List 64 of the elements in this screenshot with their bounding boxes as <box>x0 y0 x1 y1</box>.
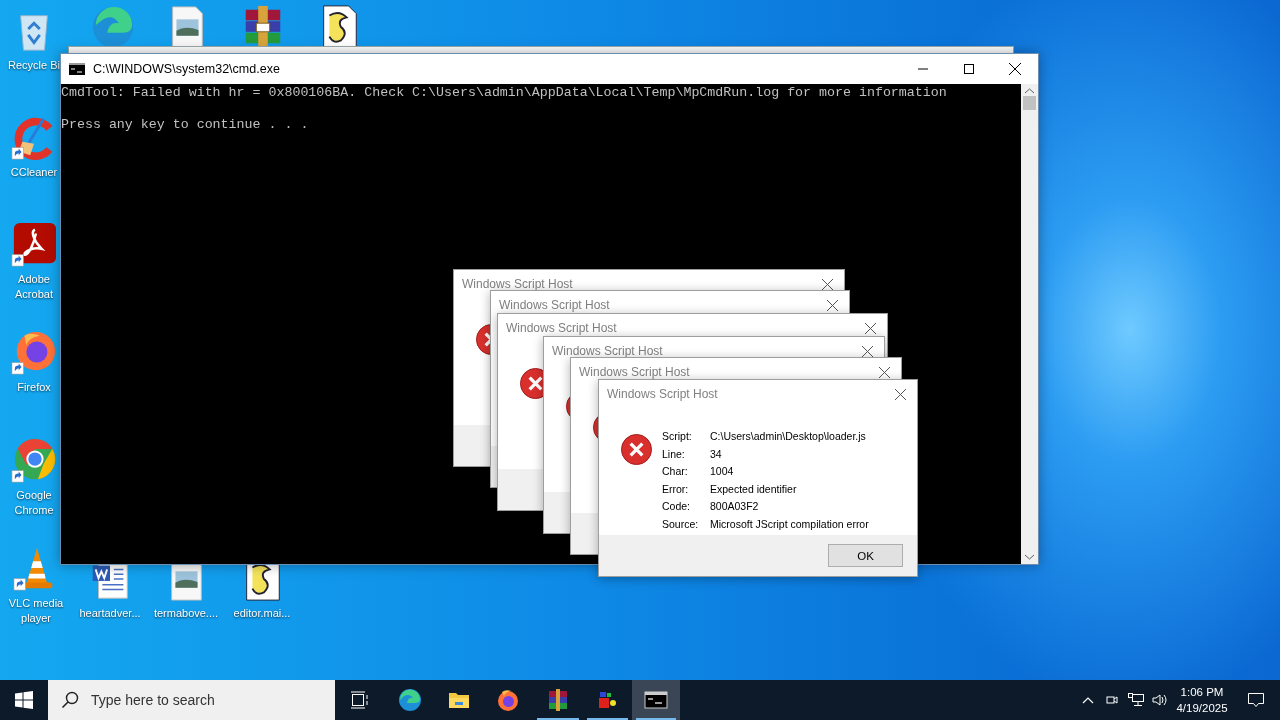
field-label: Char: <box>662 465 689 479</box>
volume-icon <box>1152 693 1168 707</box>
close-icon <box>864 322 876 334</box>
camera-icon <box>1105 693 1119 707</box>
console-line: Press any key to continue . . . <box>61 117 310 133</box>
windows-logo-icon <box>15 691 33 709</box>
browser-icon <box>397 688 422 712</box>
field-label: Code: <box>662 500 692 514</box>
terminal-icon <box>69 63 85 75</box>
dialog-title: Windows Script Host <box>552 344 664 358</box>
window-title: C:\WINDOWS\system32\cmd.exe <box>93 62 281 76</box>
field-value: C:\Users\admin\Desktop\loader.js <box>710 430 867 444</box>
scrollbar[interactable] <box>1021 84 1038 564</box>
scrollbar-thumb[interactable] <box>1023 96 1036 110</box>
desktop-icon-label[interactable]: editor.mai... <box>233 606 291 621</box>
close-icon <box>821 278 833 290</box>
desktop-icon-label[interactable]: CCleaner <box>10 165 58 180</box>
desktop-icon-label[interactable]: VLC media player <box>4 596 68 626</box>
search-icon <box>61 691 79 709</box>
desktop-icon-label[interactable]: termabove.... <box>153 606 219 621</box>
field-label: Error: <box>662 482 690 497</box>
dialog-title: Windows Script Host <box>579 365 691 379</box>
network-icon <box>1128 693 1144 707</box>
desktop-icon-label[interactable]: Google Chrome <box>4 488 64 518</box>
field-value: Microsoft JScript compilation error <box>710 517 869 532</box>
taskbar-app[interactable] <box>631 680 680 720</box>
document-app-icon <box>11 222 57 268</box>
field-value: 34 <box>710 447 723 462</box>
dialog-title: Windows Script Host <box>462 277 574 291</box>
clock-time[interactable]: 1:06 PM <box>1180 684 1224 700</box>
desktop-icon-label[interactable]: Adobe Acrobat <box>4 272 64 302</box>
browser-icon <box>11 438 57 484</box>
close-icon <box>894 388 906 400</box>
maximize-icon <box>964 64 974 74</box>
terminal-icon <box>643 688 668 712</box>
field-label: Line: <box>662 447 686 462</box>
close-icon <box>861 345 873 357</box>
task-view-icon <box>350 691 370 709</box>
desktop-icon-label[interactable]: Recycle Bi <box>8 58 60 73</box>
search-box[interactable]: Type here to search <box>48 680 335 720</box>
close-icon <box>878 366 890 378</box>
field-value: 1004 <box>710 465 735 479</box>
dialog-title: Windows Script Host <box>506 321 618 335</box>
desktop-icon-label[interactable]: Firefox <box>17 380 51 395</box>
search-input[interactable]: Type here to search <box>89 691 323 709</box>
console-line: CmdTool: Failed with hr = 0x800106BA. Check C:\Users\admin\AppData\Local\Temp\MpCmdRun.log for more information <box>61 85 948 101</box>
close-icon <box>826 299 838 311</box>
close-icon <box>1009 63 1021 75</box>
dialog-title: Windows Script Host <box>607 387 719 401</box>
fox-browser-icon <box>496 688 521 712</box>
field-label: Source: <box>662 517 700 532</box>
chat-bubble-icon <box>1247 692 1265 708</box>
dialog-title: Windows Script Host <box>499 298 611 312</box>
scroll-down-icon[interactable] <box>1025 554 1034 560</box>
field-value: 800A03F2 <box>710 500 760 514</box>
chevron-up-icon <box>1082 696 1094 704</box>
field-label: Script: <box>662 430 693 444</box>
field-value: Expected identifier <box>710 482 798 497</box>
clock-date[interactable]: 4/19/2025 <box>1176 700 1228 716</box>
ok-button[interactable]: OK <box>828 544 903 567</box>
desktop-icon-label[interactable]: heartadver... <box>79 606 141 621</box>
scroll-up-icon[interactable] <box>1025 88 1034 94</box>
fox-browser-icon <box>11 330 57 376</box>
error-icon <box>620 433 653 466</box>
